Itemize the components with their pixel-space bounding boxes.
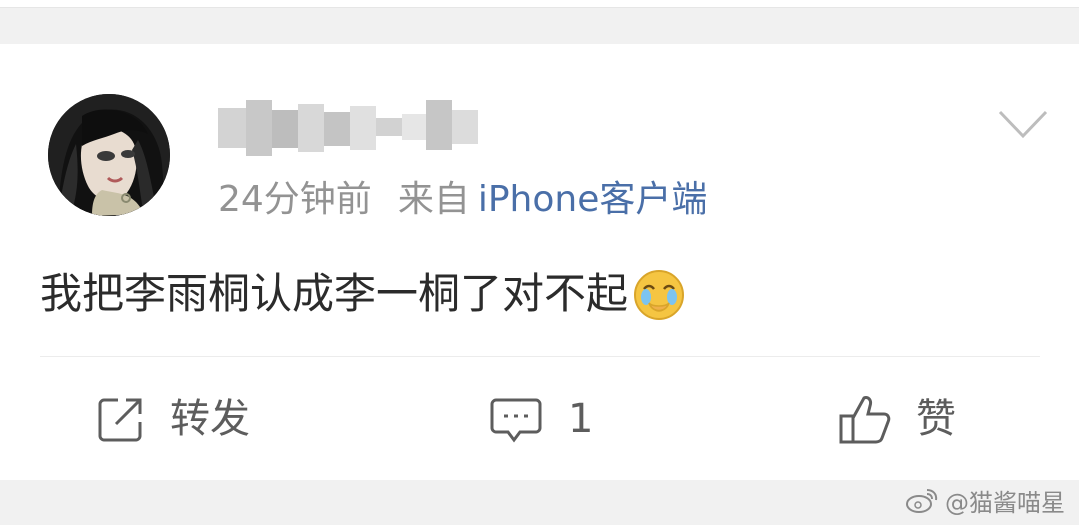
repost-button[interactable]: 转发: [96, 388, 250, 450]
source-prefix: 来自: [397, 179, 470, 220]
avatar[interactable]: [48, 94, 170, 216]
comment-bubble-icon: [490, 398, 542, 443]
avatar-image: [48, 94, 170, 216]
content-divider: [40, 356, 1040, 357]
thumbs-up-icon: [839, 396, 891, 444]
edit-share-icon: [98, 398, 142, 442]
comment-button[interactable]: 1: [490, 388, 593, 450]
watermark-handle: @猫酱喵星: [945, 488, 1065, 517]
source-client-link[interactable]: iPhone客户端: [478, 179, 708, 220]
pixelated-name-mosaic: [218, 100, 478, 156]
weibo-logo-icon: [906, 489, 938, 513]
crying-face-emoji-icon: [634, 270, 685, 320]
like-button[interactable]: 赞: [838, 388, 956, 450]
top-divider-bar: [0, 0, 1079, 8]
post-card: 24分钟前 来自 iPhone客户端 我把李雨桐认成李一桐了对不起 转发 1 赞: [0, 44, 1079, 480]
post-text: 我把李雨桐认成李一桐了对不起: [40, 269, 629, 318]
weibo-comment-screen: 24分钟前 来自 iPhone客户端 我把李雨桐认成李一桐了对不起 转发 1 赞…: [0, 0, 1079, 525]
more-options-button[interactable]: [996, 106, 1050, 142]
username-blurred[interactable]: [218, 100, 480, 156]
post-content: 我把李雨桐认成李一桐了对不起: [40, 266, 686, 322]
like-label: 赞: [916, 396, 956, 442]
comment-count: 1: [568, 396, 594, 442]
repost-label: 转发: [170, 396, 250, 442]
watermark: @猫酱喵星: [905, 485, 1065, 517]
post-time: 24分钟前: [218, 179, 372, 220]
chevron-down-icon: [998, 110, 1048, 139]
post-meta: 24分钟前 来自 iPhone客户端: [218, 176, 707, 224]
